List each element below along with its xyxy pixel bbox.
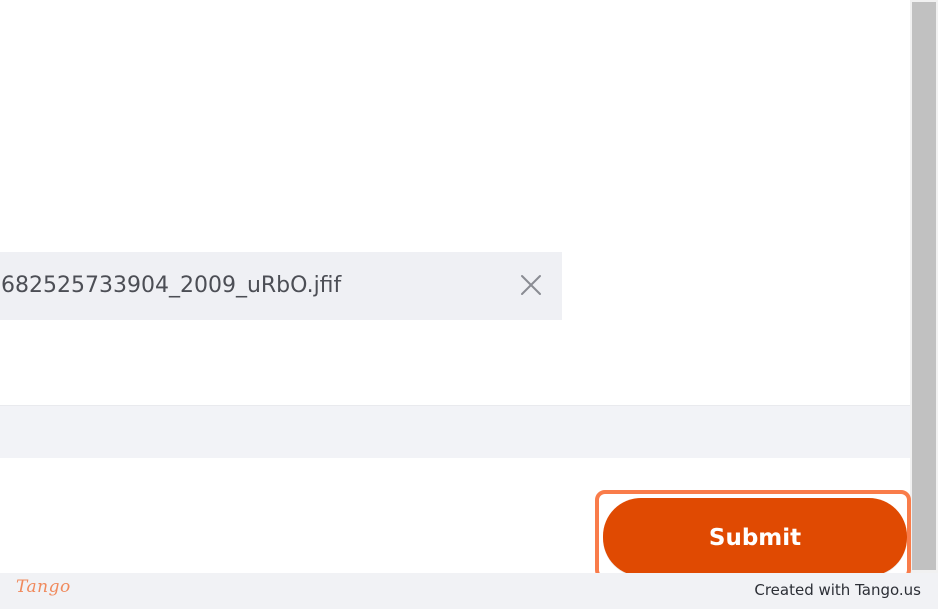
tango-logo: Tango bbox=[16, 577, 71, 597]
upload-card: 682525733904_2009_uRbO.jfif bbox=[0, 0, 910, 406]
scrollbar-thumb[interactable] bbox=[912, 2, 936, 570]
section-divider bbox=[0, 406, 910, 458]
footer: Tango Created with Tango.us bbox=[0, 573, 938, 609]
remove-file-button[interactable] bbox=[516, 270, 546, 300]
submit-button[interactable]: Submit bbox=[603, 498, 907, 576]
attached-file-name: 682525733904_2009_uRbO.jfif bbox=[1, 273, 342, 298]
page: 682525733904_2009_uRbO.jfif Submit Tango… bbox=[0, 0, 938, 609]
close-icon[interactable] bbox=[516, 270, 546, 300]
attached-file-chip: 682525733904_2009_uRbO.jfif bbox=[0, 252, 562, 320]
created-with-label: Created with Tango.us bbox=[754, 581, 921, 599]
